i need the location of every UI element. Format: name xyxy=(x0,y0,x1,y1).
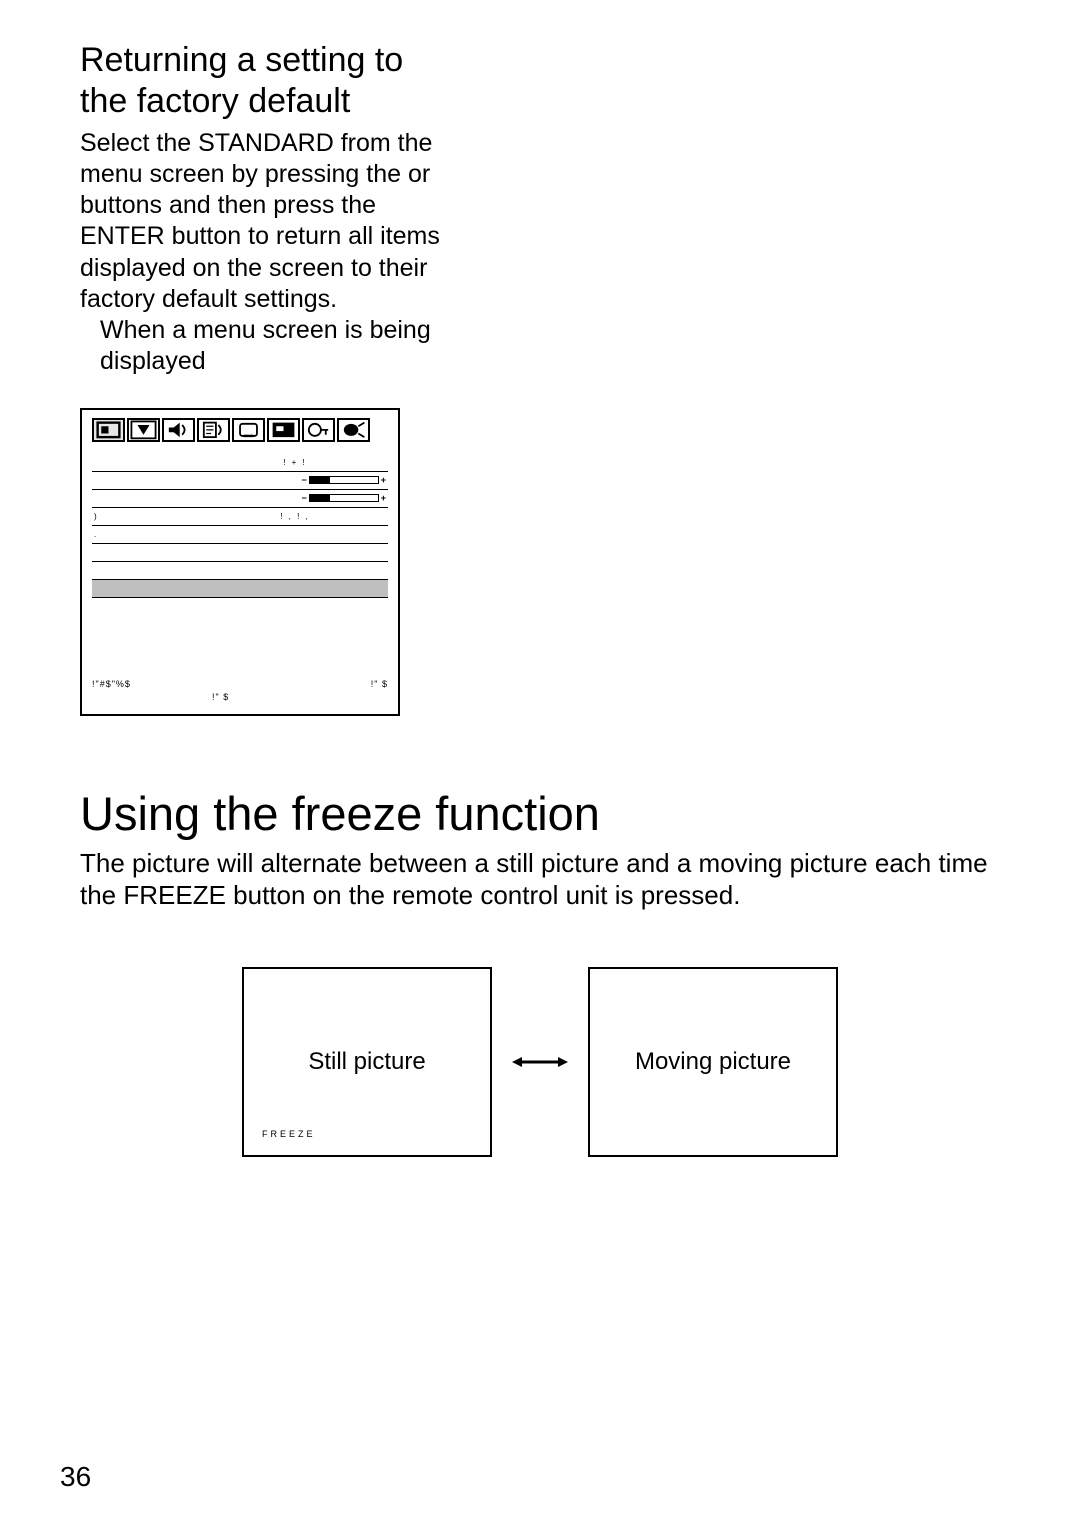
option1-icon xyxy=(232,418,265,442)
page-number: 36 xyxy=(60,1461,91,1493)
double-arrow-icon xyxy=(512,1055,568,1069)
network-icon xyxy=(337,418,370,442)
menu-rows: ! + ! − + − + ) ! , ! , . xyxy=(92,454,388,598)
still-picture-box: Still picture FREEZE xyxy=(242,967,492,1157)
menu-row-highlight xyxy=(92,580,388,598)
menu-row: − + xyxy=(92,472,388,490)
minus-icon: − xyxy=(301,493,306,503)
menu-screenshot: ! + ! − + − + ) ! , ! , . xyxy=(80,408,400,716)
menu-row: − + xyxy=(92,490,388,508)
moving-picture-label: Moving picture xyxy=(635,1048,791,1076)
picture-icon xyxy=(92,418,125,442)
minus-icon: − xyxy=(301,475,306,485)
freeze-body: The picture will alternate between a sti… xyxy=(80,847,1000,912)
position-icon xyxy=(127,418,160,442)
audio-icon xyxy=(162,418,195,442)
menu-row: ) ! , ! , xyxy=(92,508,388,526)
menu-row: ! + ! xyxy=(92,454,388,472)
moving-picture-box: Moving picture xyxy=(588,967,838,1157)
section-returning: Returning a setting to the factory defau… xyxy=(80,40,1000,378)
menu-footer: !"#$"%$ !" $ !" $ xyxy=(92,678,388,703)
section-body: Select the STANDARD from the menu screen… xyxy=(80,128,440,316)
menu-row: . xyxy=(92,526,388,544)
security-icon xyxy=(302,418,335,442)
language-icon xyxy=(197,418,230,442)
freeze-diagram: Still picture FREEZE Moving picture xyxy=(80,967,1000,1157)
slider-track xyxy=(309,494,379,502)
slider-track xyxy=(309,476,379,484)
plus-icon: + xyxy=(381,493,386,503)
row-value: ! , ! , xyxy=(204,512,386,521)
row-label: ) xyxy=(94,512,204,521)
menu-row xyxy=(92,544,388,562)
row-slider: − + xyxy=(204,493,386,503)
still-picture-label: Still picture xyxy=(308,1048,425,1076)
title-line2: the factory default xyxy=(80,82,350,120)
row-value: ! + ! xyxy=(204,458,386,467)
footer-right1: !" $ xyxy=(371,678,388,691)
freeze-heading: Using the freeze function xyxy=(80,786,1000,841)
row-label: . xyxy=(94,530,204,539)
menu-row xyxy=(92,562,388,580)
plus-icon: + xyxy=(381,475,386,485)
freeze-tag: FREEZE xyxy=(262,1129,316,1139)
footer-right2: !" $ xyxy=(212,691,388,704)
option2-icon xyxy=(267,418,300,442)
title-line1: Returning a setting to xyxy=(80,41,403,79)
section-note: When a menu screen is being displayed xyxy=(100,315,460,378)
section-title: Returning a setting to the factory defau… xyxy=(80,40,1000,122)
row-slider: − + xyxy=(204,475,386,485)
menu-icon-bar xyxy=(92,418,388,442)
footer-left: !"#$"%$ xyxy=(92,678,131,691)
